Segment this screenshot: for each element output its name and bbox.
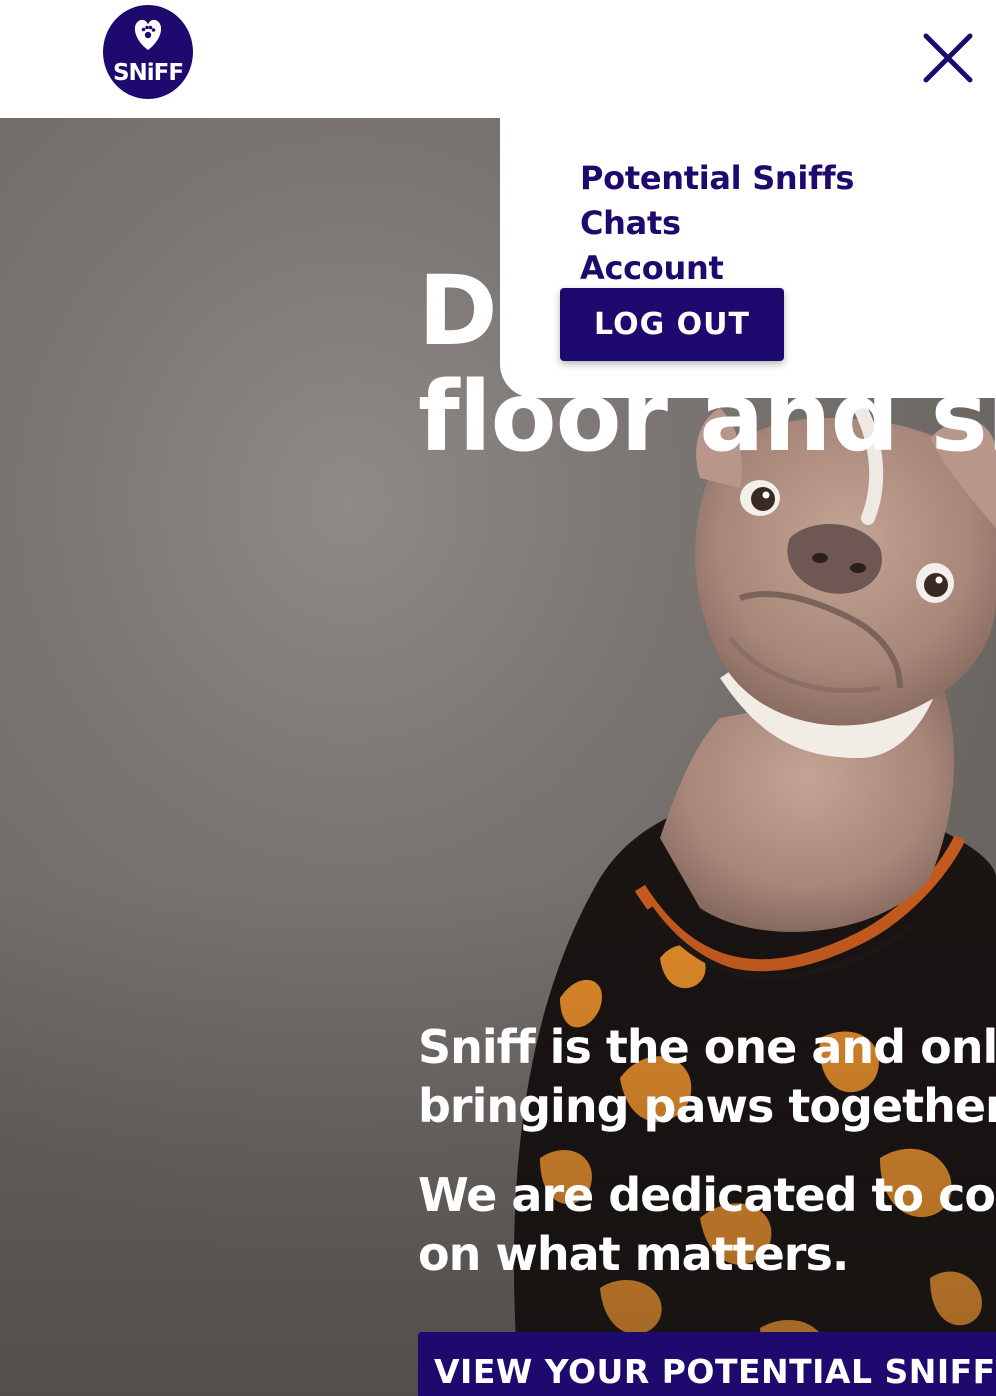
menu-item: Potential Sniffs: [580, 156, 854, 201]
nav-menu-list: Potential Sniffs Chats Account: [580, 156, 854, 291]
hero-mission-line-1: We are dedicated to conn: [418, 1168, 996, 1222]
site-header: SNiFF: [0, 0, 996, 118]
hero-intro-line-1: Sniff is the one and only: [418, 1020, 996, 1074]
hero-intro-line-2: bringing paws together.: [418, 1079, 996, 1133]
hero-intro-paragraph: Sniff is the one and only bringing paws …: [418, 1018, 996, 1136]
log-out-button[interactable]: LOG OUT: [560, 288, 784, 361]
close-icon: [923, 33, 973, 83]
view-potential-sniffs-button[interactable]: VIEW YOUR POTENTIAL SNIFFS: [418, 1332, 996, 1396]
sniff-logo[interactable]: SNiFF: [102, 4, 194, 100]
menu-link-chats[interactable]: Chats: [580, 201, 854, 246]
menu-item: Account: [580, 246, 854, 291]
hero-mission-paragraph: We are dedicated to conn on what matters…: [418, 1166, 996, 1284]
menu-link-account[interactable]: Account: [580, 246, 854, 291]
menu-link-potential-sniffs[interactable]: Potential Sniffs: [580, 156, 854, 201]
logo-text: SNiFF: [113, 60, 183, 86]
close-menu-button[interactable]: [918, 28, 978, 88]
hero-mission-line-2: on what matters.: [418, 1227, 849, 1281]
menu-item: Chats: [580, 201, 854, 246]
nav-menu-panel: Potential Sniffs Chats Account LOG OUT: [500, 118, 996, 398]
